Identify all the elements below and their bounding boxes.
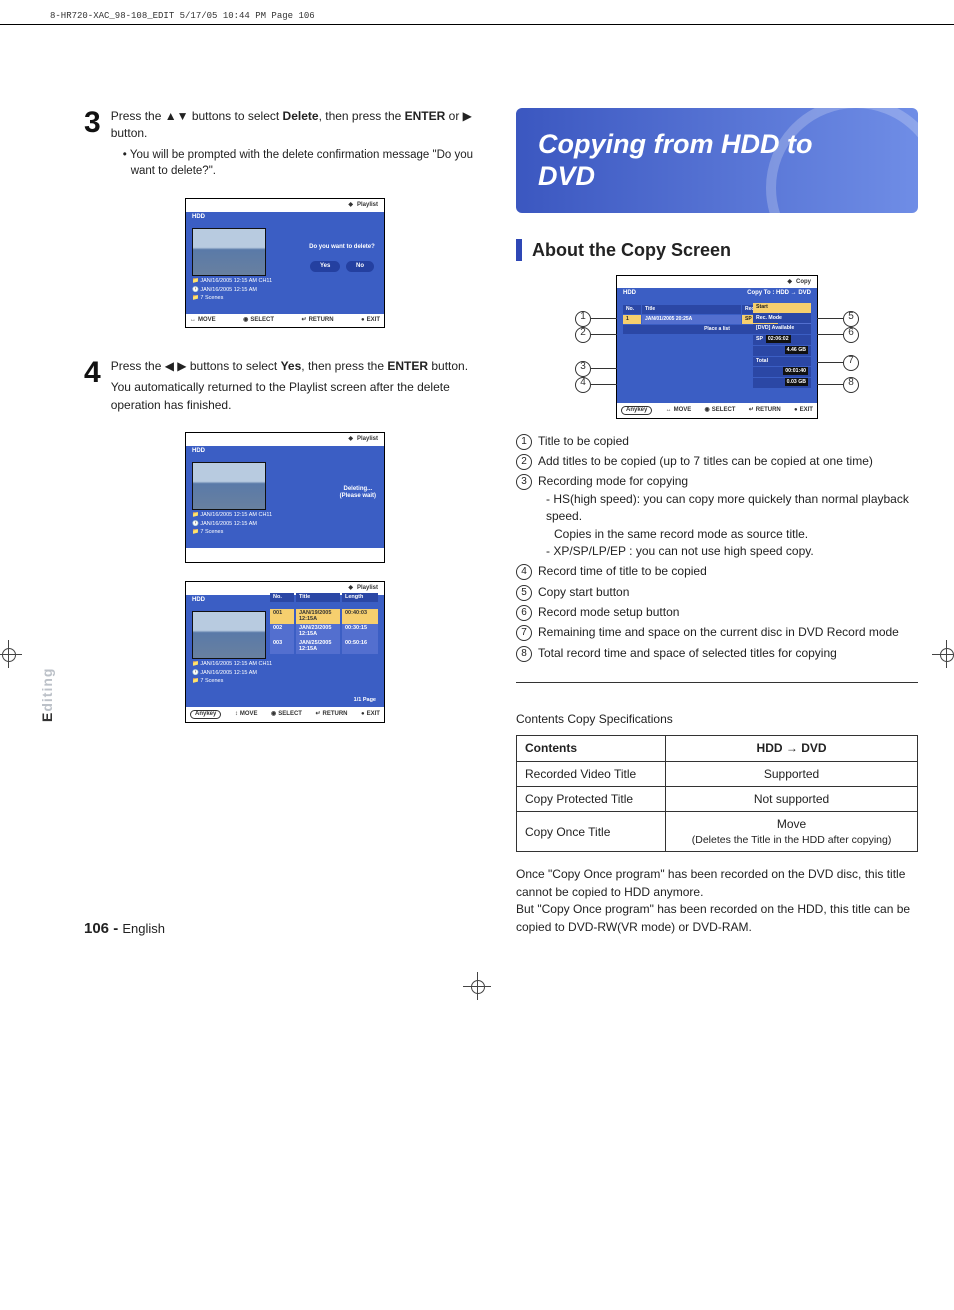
arrow-up-down-icon: ▲▼ xyxy=(165,109,189,123)
table-row[interactable]: 003JAN/25/2005 12:15A00:50:16 xyxy=(270,639,378,654)
nav-anykey: Anykey xyxy=(621,406,652,415)
arrow-right-icon: ▶ xyxy=(463,109,472,123)
callout-1: 1 xyxy=(575,311,591,327)
registration-mark-right xyxy=(932,640,954,668)
nav-select: ◉ SELECT xyxy=(243,317,274,324)
subsection-heading: About the Copy Screen xyxy=(516,239,918,261)
no-button[interactable]: No xyxy=(346,261,374,272)
list-item: Total record time and space of selected … xyxy=(516,645,918,662)
nav-move: ↕ MOVE xyxy=(235,710,258,719)
arrow-left-right-icon: ◀ ▶ xyxy=(165,359,187,373)
total-label: Total xyxy=(753,357,811,367)
list-item: Title to be copied xyxy=(516,433,918,450)
screenshot-playlist-table: Playlist HDD No. Title Length 📁 JAN/16/2… xyxy=(185,581,385,723)
playlist-header: No. Title Length xyxy=(270,593,378,603)
section-title-block: Copying from HDD toDVD xyxy=(516,108,918,213)
nav-return: ↵ RETURN xyxy=(315,710,347,719)
screenshot-delete-confirm: Playlist HDD 📁 JAN/16/2005 12:15 AM CH11… xyxy=(185,198,385,328)
nav-select: ◉ SELECT xyxy=(271,710,302,719)
list-item: Record time of title to be copied xyxy=(516,563,918,580)
table-row: Copy Once TitleMove(Deletes the Title in… xyxy=(517,812,918,852)
list-item: Recording mode for copying - HS(high spe… xyxy=(516,473,918,560)
page-indicator: 1/1 Page xyxy=(354,698,376,704)
confirm-question: Do you want to delete? xyxy=(308,244,376,251)
callout-definitions: Title to be copied Add titles to be copi… xyxy=(516,433,918,663)
nav-exit: ● EXIT xyxy=(794,406,813,415)
start-button[interactable]: Start xyxy=(753,303,811,313)
registration-mark-left xyxy=(0,640,22,668)
yes-button[interactable]: Yes xyxy=(310,261,340,272)
side-tab: Editing xyxy=(40,668,54,722)
registration-mark-bottom xyxy=(463,972,491,1000)
page-footer: 106 - English xyxy=(84,921,165,936)
step4-after: You automatically returned to the Playli… xyxy=(111,379,486,414)
table-row: Recorded Video TitleSupported xyxy=(517,761,918,786)
callout-7: 7 xyxy=(843,355,859,371)
nav-move: ↔ MOVE xyxy=(666,406,692,415)
nav-exit: ● EXIT xyxy=(361,317,380,324)
step3-bullet: • You will be prompted with the delete c… xyxy=(131,147,486,180)
table-row[interactable]: 002JAN/23/2005 12:15A00:30:15 xyxy=(270,624,378,639)
sp-row: SP 02:06:02 xyxy=(753,335,811,345)
thumbnail xyxy=(192,462,266,510)
callout-4: 4 xyxy=(575,377,591,393)
dvd-available: [DVD] Available xyxy=(753,324,811,334)
nav-return: ↵ RETURN xyxy=(749,406,781,415)
list-item: Copy start button xyxy=(516,584,918,601)
nav-exit: ● EXIT xyxy=(361,710,380,719)
sp-size: 4.46 GB xyxy=(753,346,811,356)
thumbnail xyxy=(192,611,266,659)
spec-title: Contents Copy Specifications xyxy=(516,713,918,725)
disc-icon xyxy=(766,108,918,213)
step-number: 4 xyxy=(84,358,101,414)
step3-text: Press the xyxy=(111,109,165,123)
screenshot-deleting: Playlist HDD 📁 JAN/16/2005 12:15 AM CH11… xyxy=(185,432,385,563)
callout-2: 2 xyxy=(575,327,591,343)
callout-5: 5 xyxy=(843,311,859,327)
deleting-wait: (Please wait) xyxy=(340,493,376,500)
nav-anykey: Anykey xyxy=(190,710,221,719)
crop-mark: 8-HR720-XAC_98-108_EDIT 5/17/05 10:44 PM… xyxy=(50,12,315,21)
list-item: Record mode setup button xyxy=(516,604,918,621)
deleting-msg: Deleting... xyxy=(340,486,376,493)
table-row[interactable]: 001JAN/19/2005 12:15A00:40:03 xyxy=(270,609,378,624)
copy-screen-diagram: 1 2 3 4 5 6 7 8 Copy xyxy=(577,275,857,419)
step-4: 4 Press the ◀ ▶ buttons to select Yes, t… xyxy=(84,358,486,414)
table-row: Copy Protected TitleNot supported xyxy=(517,787,918,812)
nav-select: ◉ SELECT xyxy=(705,406,736,415)
thumbnail xyxy=(192,228,266,276)
callout-8: 8 xyxy=(843,377,859,393)
spec-table: ContentsHDD → DVD Recorded Video TitleSu… xyxy=(516,735,918,852)
nav-move: ↔ MOVE xyxy=(190,317,216,324)
tot-time: 00:01:40 xyxy=(753,367,811,377)
copy-once-note: Once "Copy Once program" has been record… xyxy=(516,866,918,936)
step-3: 3 Press the ▲▼ buttons to select Delete,… xyxy=(84,108,486,180)
recmode-button[interactable]: Rec. Mode xyxy=(753,314,811,324)
nav-return: ↵ RETURN xyxy=(302,317,334,324)
list-item: Remaining time and space on the current … xyxy=(516,624,918,641)
callout-3: 3 xyxy=(575,361,591,377)
callout-6: 6 xyxy=(843,327,859,343)
list-item: Add titles to be copied (up to 7 titles … xyxy=(516,453,918,470)
crop-rule xyxy=(0,24,954,25)
step-number: 3 xyxy=(84,108,101,180)
tot-size: 0.03 GB xyxy=(753,378,811,388)
